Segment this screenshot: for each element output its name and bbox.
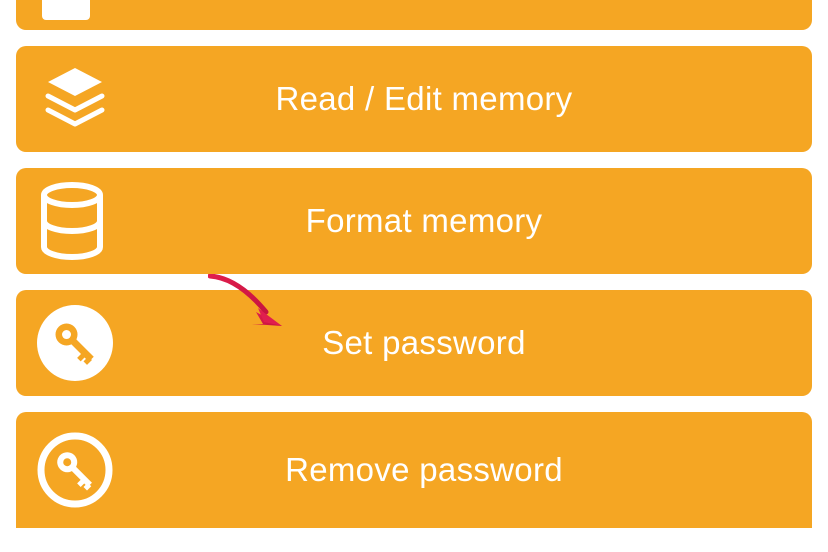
menu-item-read-edit-memory[interactable]: Read / Edit memory bbox=[16, 46, 812, 152]
menu-item-label: Format memory bbox=[36, 202, 812, 240]
menu-item-label: Read / Edit memory bbox=[36, 80, 812, 118]
lock-icon bbox=[36, 0, 116, 26]
menu-item-label: Set password bbox=[36, 324, 812, 362]
menu-item-set-password[interactable]: Set password bbox=[16, 290, 812, 396]
menu-item-label: Remove password bbox=[36, 451, 812, 489]
menu-item-remove-password[interactable]: Remove password bbox=[16, 412, 812, 528]
menu-item-format-memory[interactable]: Format memory bbox=[16, 168, 812, 274]
menu-item-0[interactable] bbox=[16, 0, 812, 30]
